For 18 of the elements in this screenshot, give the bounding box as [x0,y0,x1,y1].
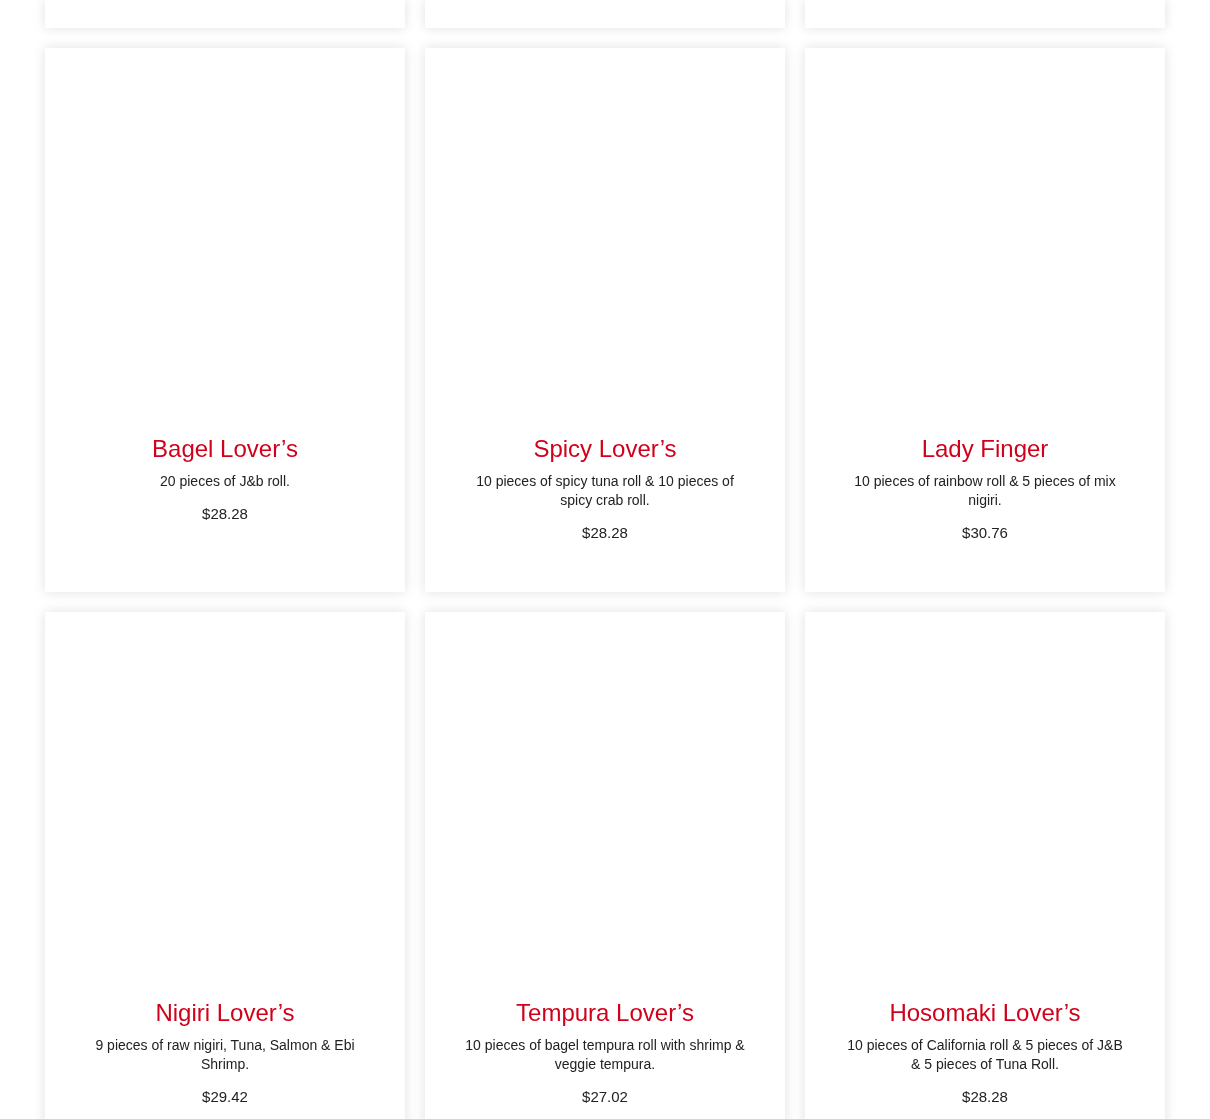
product-description: 20 pieces of J&b roll. [159,472,291,491]
product-title[interactable]: Tempura Lover’s [516,998,694,1028]
product-price: $28.28 [202,504,248,524]
product-title[interactable]: Bagel Lover’s [152,434,298,464]
product-price: $28.28 [962,1087,1008,1107]
product-title[interactable]: Hosomaki Lover’s [889,998,1081,1028]
product-description: 10 pieces of rainbow roll & 5 pieces of mix nigiri. [853,472,1117,510]
product-title[interactable]: Lady Finger [921,434,1049,464]
product-title[interactable]: Spicy Lover’s [533,434,677,464]
product-description: 10 pieces of California roll & 5 pieces of J&B & 5 pieces of Tuna Roll. [846,1036,1124,1074]
product-price: $29.42 [202,1087,248,1107]
product-description: 10 pieces of spicy tuna roll & 10 pieces of spicy crab roll. [475,472,735,510]
product-title[interactable]: Nigiri Lover’s [155,998,295,1028]
product-description: 10 pieces of bagel tempura roll with shrimp & veggie tempura. [464,1036,746,1074]
product-price: $30.76 [962,523,1008,543]
product-price: $27.02 [582,1087,628,1107]
product-description: 9 pieces of raw nigiri, Tuna, Salmon & Ebi Shrimp. [94,1036,356,1074]
product-price: $28.28 [582,523,628,543]
